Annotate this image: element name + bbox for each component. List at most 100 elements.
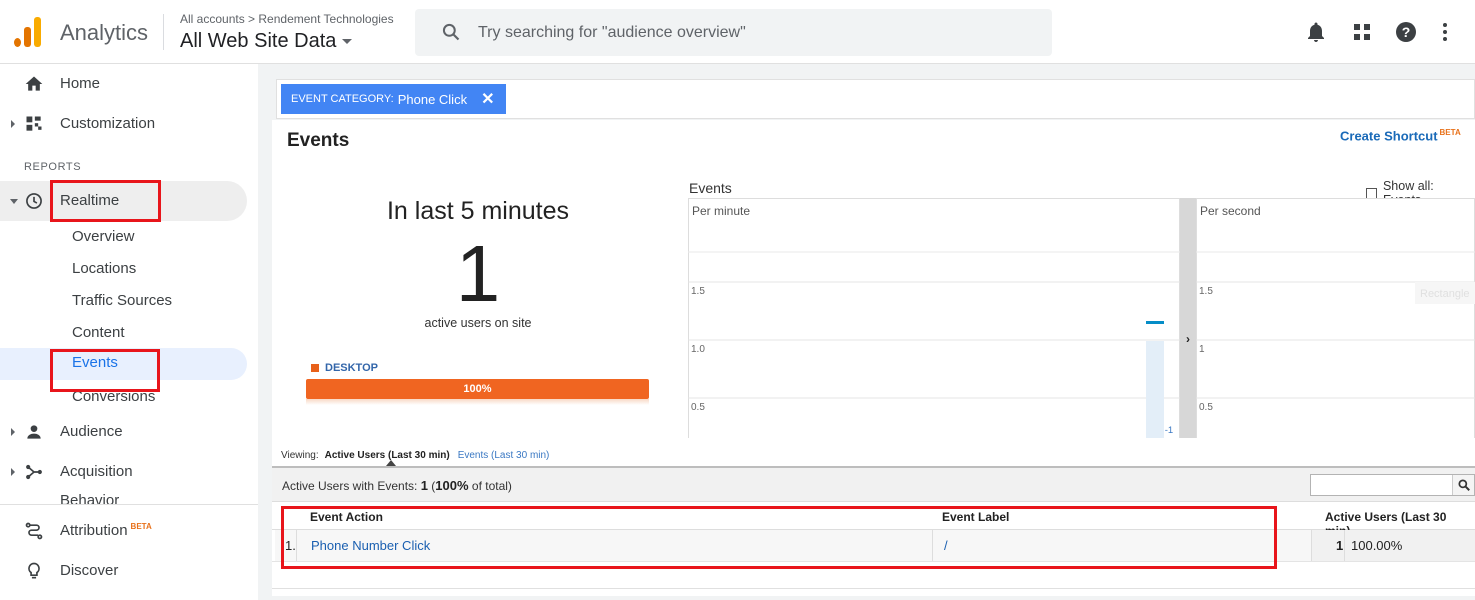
top-bar: Analytics All accounts > Rendement Techn… [0, 0, 1475, 64]
sidebar-item-label: Discover [60, 562, 119, 579]
y-tick-label: 1.5 [691, 286, 705, 297]
property-selector[interactable]: All Web Site Data [180, 30, 353, 53]
active-users-label: active users on site [424, 316, 532, 330]
viewing-selector: Viewing: Active Users (Last 30 min) Events… [281, 450, 549, 461]
divider [0, 504, 258, 505]
sidebar-item-label: Acquisition [60, 463, 133, 480]
create-shortcut-label: Create Shortcut [1340, 128, 1438, 144]
analytics-logo-icon[interactable] [14, 17, 42, 47]
table-search-button[interactable] [1452, 475, 1474, 495]
filter-value: Phone Click [397, 91, 468, 107]
sidebar-subitem-content[interactable]: Content [0, 318, 247, 348]
device-share-bar[interactable]: 100% [306, 379, 649, 399]
property-name: All Web Site Data [180, 30, 337, 52]
account-breadcrumb[interactable]: All accounts > Rendement Technologies [180, 12, 394, 26]
caret-down-icon [342, 39, 353, 45]
filter-bar: EVENT CATEGORY: Phone Click ✕ [276, 79, 1475, 119]
events-chart: Per minute1.51.00.5-26 min-21 min-16 min… [688, 198, 1475, 438]
rectangle-hint-label: Rectangle [1420, 288, 1470, 300]
collapse-arrow-icon[interactable] [10, 199, 18, 204]
sidebar-item-acquisition[interactable]: Acquisition [0, 452, 247, 492]
svg-text:?: ? [1402, 24, 1411, 40]
sidebar-subitem-traffic-sources[interactable]: Traffic Sources [0, 286, 247, 316]
sidebar-subitem-label: Locations [72, 260, 137, 277]
acquisition-icon [26, 464, 42, 480]
attribution-icon [25, 522, 43, 540]
sidebar-item-home[interactable]: Home [0, 64, 247, 104]
table-summary-bar: Active Users with Events: 1 (100% of tot… [272, 466, 1475, 502]
chart-panel-title: Per second [1200, 204, 1261, 218]
attribution-label: Attribution [60, 522, 128, 539]
sidebar: Home Customization REPORTS Realtime Over… [0, 64, 258, 600]
table-search-input[interactable] [1310, 474, 1475, 496]
time-window-heading: In last 5 minutes [386, 197, 570, 225]
help-icon[interactable]: ? [1394, 20, 1418, 44]
device-legend: DESKTOP [311, 362, 378, 374]
viewing-alt-option[interactable]: Events (Last 30 min) [458, 450, 550, 461]
sidebar-item-behavior[interactable]: Behavior [0, 494, 247, 504]
search-icon [442, 23, 460, 41]
sidebar-item-customization[interactable]: Customization [0, 104, 247, 144]
y-tick-label: 0.5 [1199, 402, 1213, 413]
dashboard-icon [26, 116, 42, 131]
highlight-box [50, 349, 160, 392]
search-input[interactable]: Try searching for "audience overview" [478, 24, 746, 42]
summary-value: 1 [420, 478, 428, 493]
highlight-box [50, 180, 161, 222]
chart-panel-0 [688, 198, 1180, 438]
sidebar-item-discover[interactable]: Discover [0, 551, 247, 591]
divider [163, 14, 164, 50]
expand-arrow-icon[interactable] [11, 428, 15, 436]
report-content: Events Create Shortcut BETA In last 5 min… [272, 120, 1475, 596]
bar-reflection [306, 399, 649, 405]
sidebar-item-attribution[interactable]: Attribution BETA [0, 511, 247, 551]
sidebar-subitem-label: Overview [72, 228, 135, 245]
sidebar-subitem-label: Traffic Sources [72, 292, 173, 309]
summary-percent: 100% [435, 478, 469, 493]
expand-arrow-icon[interactable] [11, 468, 15, 476]
chart-panel-title: Per minute [692, 204, 750, 218]
chevron-right-icon[interactable]: › [1186, 332, 1190, 346]
beta-badge: BETA [130, 522, 152, 531]
device-label: DESKTOP [325, 362, 378, 374]
apps-grid-icon[interactable] [1350, 20, 1374, 44]
bar-hover-band[interactable] [1146, 341, 1164, 438]
chart-panel-1 [1196, 198, 1475, 438]
summary-text: Active Users with Events: 1 (100% of tot… [282, 478, 512, 493]
x-tick-label: -1 [1165, 425, 1173, 436]
search-icon [1458, 479, 1470, 491]
reports-heading: REPORTS [24, 161, 82, 173]
highlight-box [281, 506, 1277, 569]
sidebar-item-label: Attribution BETA [60, 522, 152, 539]
home-icon [25, 76, 43, 91]
sidebar-item-audience[interactable]: Audience [0, 412, 247, 452]
y-tick-label: 1.5 [1199, 286, 1213, 297]
expand-arrow-icon[interactable] [11, 120, 15, 128]
lightbulb-icon [28, 562, 40, 579]
panel-divider [1180, 198, 1196, 438]
y-tick-label: 1 [1199, 344, 1205, 355]
sidebar-subitem-locations[interactable]: Locations [0, 254, 247, 284]
person-icon [27, 425, 41, 439]
page-title: Events [287, 130, 350, 151]
active-users-value: 1 [1336, 538, 1344, 553]
active-users-count: 1 [455, 229, 501, 318]
filter-key: EVENT CATEGORY: [291, 93, 394, 105]
beta-badge: BETA [1439, 128, 1461, 137]
checkbox-box[interactable] [1366, 187, 1377, 199]
more-vert-icon[interactable] [1433, 20, 1457, 44]
filter-chip[interactable]: EVENT CATEGORY: Phone Click ✕ [281, 84, 507, 114]
sidebar-item-label: Home [60, 75, 101, 92]
bar-value-cap[interactable] [1146, 321, 1164, 324]
sidebar-subitem-overview[interactable]: Overview [0, 222, 247, 252]
close-icon[interactable]: ✕ [481, 89, 494, 109]
create-shortcut-link[interactable]: Create Shortcut BETA [1340, 128, 1461, 143]
sidebar-item-label: Audience [60, 423, 123, 440]
chart-title: Events [689, 180, 732, 196]
sidebar-item-label: Customization [60, 115, 156, 132]
divider [272, 588, 1475, 589]
search-bar[interactable]: Try searching for "audience overview" [415, 9, 1052, 56]
bell-icon[interactable] [1304, 20, 1328, 44]
active-users-percent: 100.00% [1351, 538, 1403, 553]
app-name: Analytics [60, 20, 149, 45]
